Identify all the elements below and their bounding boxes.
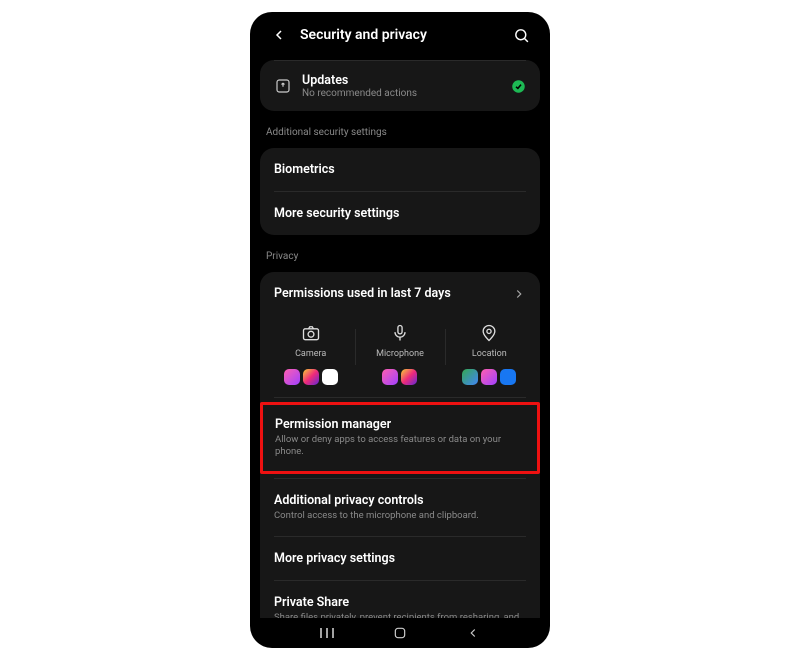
- nav-back-icon: [466, 626, 480, 640]
- location-icon: [479, 323, 499, 343]
- more-privacy-row[interactable]: More privacy settings: [260, 537, 540, 580]
- recents-icon: [318, 626, 336, 640]
- section-privacy: Privacy: [260, 241, 540, 266]
- phone-frame: Security and privacy Updates No recommen…: [250, 12, 550, 648]
- app-instagram-icon: [401, 369, 417, 385]
- updates-subtitle: No recommended actions: [302, 88, 511, 99]
- header-bar: Security and privacy: [260, 12, 540, 54]
- search-icon: [513, 27, 530, 44]
- search-button[interactable]: [508, 22, 534, 48]
- perm-col-microphone[interactable]: Microphone: [355, 323, 444, 385]
- app-facebook-icon: [500, 369, 516, 385]
- permission-manager-row[interactable]: Permission manager Allow or deny apps to…: [263, 405, 537, 471]
- app-google-icon: [322, 369, 338, 385]
- microphone-icon: [390, 323, 410, 343]
- back-button[interactable]: [266, 22, 292, 48]
- home-icon: [392, 625, 408, 641]
- chevron-right-icon: [512, 287, 526, 301]
- updates-title: Updates: [302, 73, 511, 88]
- shield-update-icon: [274, 77, 292, 95]
- security-card: Biometrics More security settings: [260, 148, 540, 235]
- privacy-card: Permissions used in last 7 days Camera M…: [260, 272, 540, 618]
- page-title: Security and privacy: [300, 27, 508, 43]
- private-share-row[interactable]: Private Share Share files privately, pre…: [260, 581, 540, 618]
- chevron-left-icon: [271, 27, 287, 43]
- camera-icon: [301, 323, 321, 343]
- app-messenger-icon: [481, 369, 497, 385]
- perm-col-camera[interactable]: Camera: [266, 323, 355, 385]
- perm-col-location[interactable]: Location: [445, 323, 534, 385]
- section-additional-security: Additional security settings: [260, 117, 540, 142]
- recents-button[interactable]: [314, 620, 340, 646]
- highlight-annotation: Permission manager Allow or deny apps to…: [260, 402, 540, 474]
- app-maps-icon: [462, 369, 478, 385]
- biometrics-row[interactable]: Biometrics: [260, 148, 540, 191]
- android-navbar: [250, 618, 550, 648]
- app-messenger-icon: [382, 369, 398, 385]
- permissions-used-row[interactable]: Permissions used in last 7 days: [260, 272, 540, 315]
- permissions-grid: Camera Microphone: [260, 315, 540, 397]
- app-messenger-icon: [284, 369, 300, 385]
- more-security-row[interactable]: More security settings: [260, 192, 540, 235]
- nav-back-button[interactable]: [460, 620, 486, 646]
- check-circle-icon: [511, 79, 526, 94]
- app-instagram-icon: [303, 369, 319, 385]
- additional-privacy-row[interactable]: Additional privacy controls Control acce…: [260, 479, 540, 536]
- updates-card[interactable]: Updates No recommended actions: [260, 60, 540, 111]
- home-button[interactable]: [387, 620, 413, 646]
- scroll-area: Security and privacy Updates No recommen…: [250, 12, 550, 618]
